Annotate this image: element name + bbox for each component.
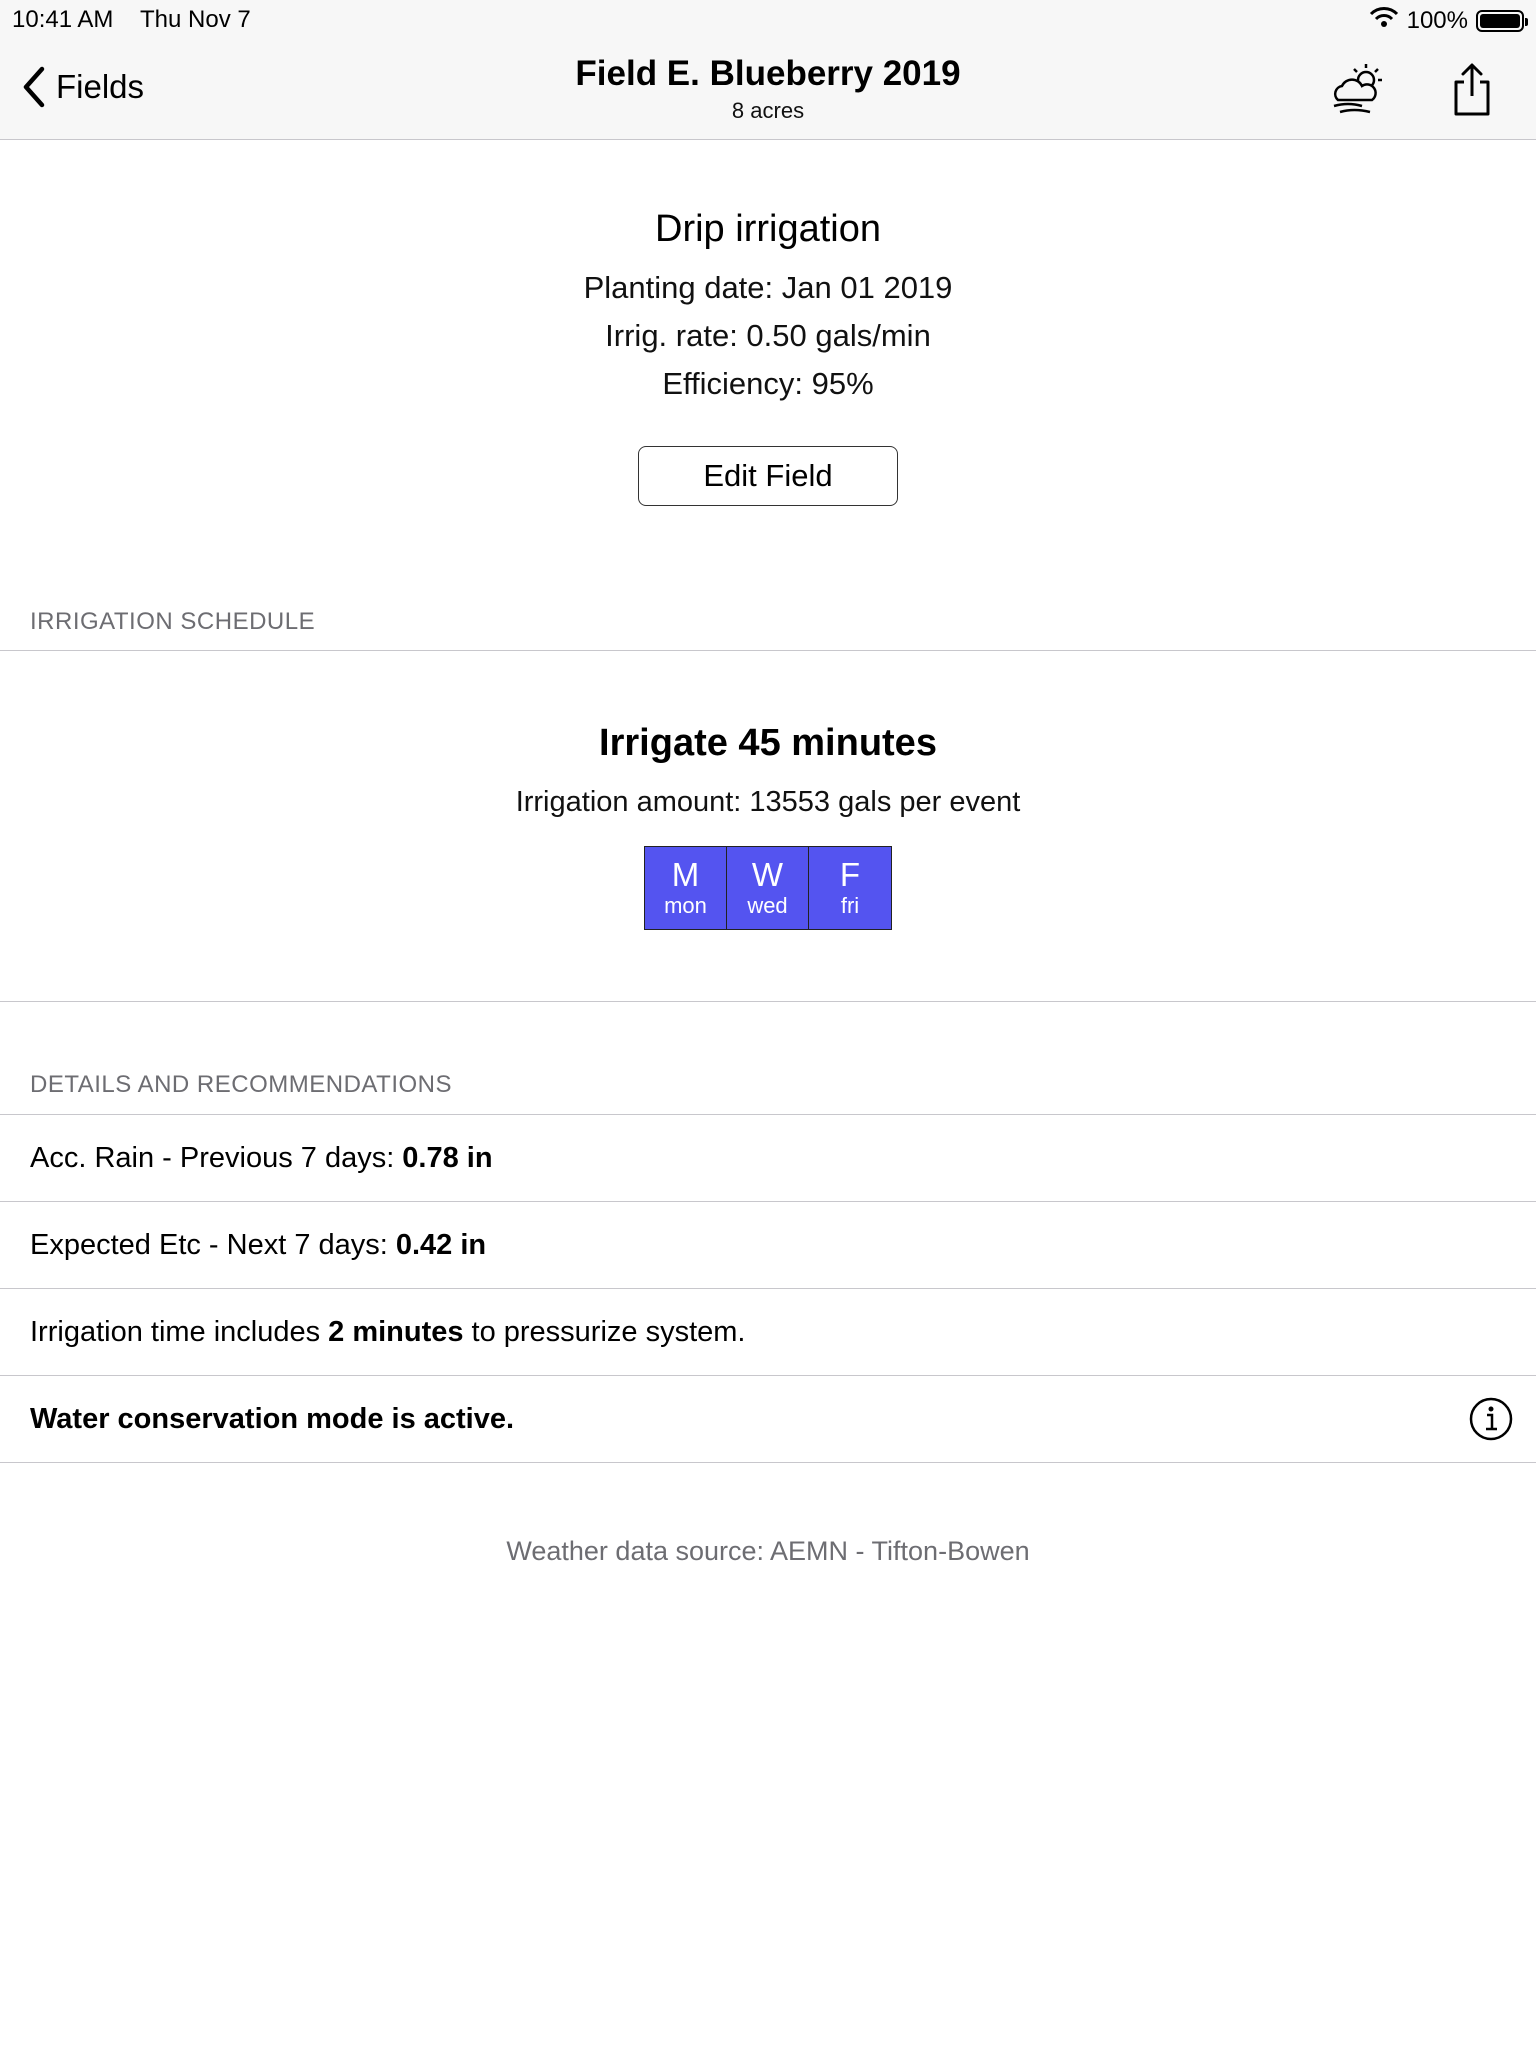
navigation-bar: Fields Field E. Blueberry 2019 8 acres [0,40,1536,140]
conservation-text: Water conservation mode is active. [30,1402,515,1435]
battery-percent: 100% [1406,6,1468,34]
pressurize-suffix: to pressurize system. [471,1315,746,1348]
divider [0,1462,1536,1463]
rain-row: Acc. Rain - Previous 7 days: 0.78 in [0,1115,1536,1201]
divider [0,650,1536,651]
weather-button[interactable] [1328,62,1388,123]
day-wed[interactable]: W wed [727,847,809,929]
day-name: wed [747,893,788,918]
weather-source: Weather data source: AEMN - Tifton-Bowen [506,1536,1030,1566]
day-letter: M [671,856,700,893]
info-icon[interactable] [1468,1396,1514,1450]
edit-field-button[interactable]: Edit Field [638,446,898,506]
rain-value: 0.78 in [402,1141,493,1174]
etc-row: Expected Etc - Next 7 days: 0.42 in [0,1202,1536,1288]
planting-date: Planting date: Jan 01 2019 [583,270,953,305]
battery-icon [1476,9,1528,32]
conservation-row[interactable]: Water conservation mode is active. [0,1376,1536,1462]
schedule-title: Irrigate 45 minutes [599,722,937,764]
etc-value: 0.42 in [395,1228,487,1261]
day-mon[interactable]: M mon [645,847,727,929]
etc-label: Expected Etc - Next 7 days: [30,1228,388,1261]
irrigation-type: Drip irrigation [655,208,881,250]
status-time: 10:41 AM [12,6,114,33]
pressurize-row: Irrigation time includes 2 minutes to pr… [0,1289,1536,1375]
day-name: mon [664,893,707,918]
divider [0,1001,1536,1002]
day-letter: F [839,856,861,893]
wifi-icon [1369,6,1399,35]
pressurize-value: 2 minutes [328,1315,464,1348]
efficiency: Efficiency: 95% [662,366,874,401]
section-header-details: DETAILS AND RECOMMENDATIONS [30,1071,452,1098]
rain-label: Acc. Rain - Previous 7 days: [30,1141,395,1174]
irrigation-days: M mon W wed F fri [644,846,892,930]
page-subtitle: 8 acres [731,98,805,123]
status-right: 100% [1369,6,1528,35]
section-header-schedule: IRRIGATION SCHEDULE [30,608,316,635]
share-icon [1454,63,1490,116]
weather-icon [1333,64,1382,114]
irrigation-amount: Irrigation amount: 13553 gals per event [515,786,1021,818]
pressurize-prefix: Irrigation time includes [30,1315,321,1348]
day-letter: W [751,856,784,893]
page-title: Field E. Blueberry 2019 [575,54,961,93]
day-name: fri [840,893,860,918]
status-bar: 10:41 AM Thu Nov 7 100% [0,0,1536,40]
day-fri[interactable]: F fri [809,847,891,929]
share-button[interactable] [1450,62,1494,123]
status-date: Thu Nov 7 [140,6,251,33]
irrigation-rate: Irrig. rate: 0.50 gals/min [605,318,931,353]
